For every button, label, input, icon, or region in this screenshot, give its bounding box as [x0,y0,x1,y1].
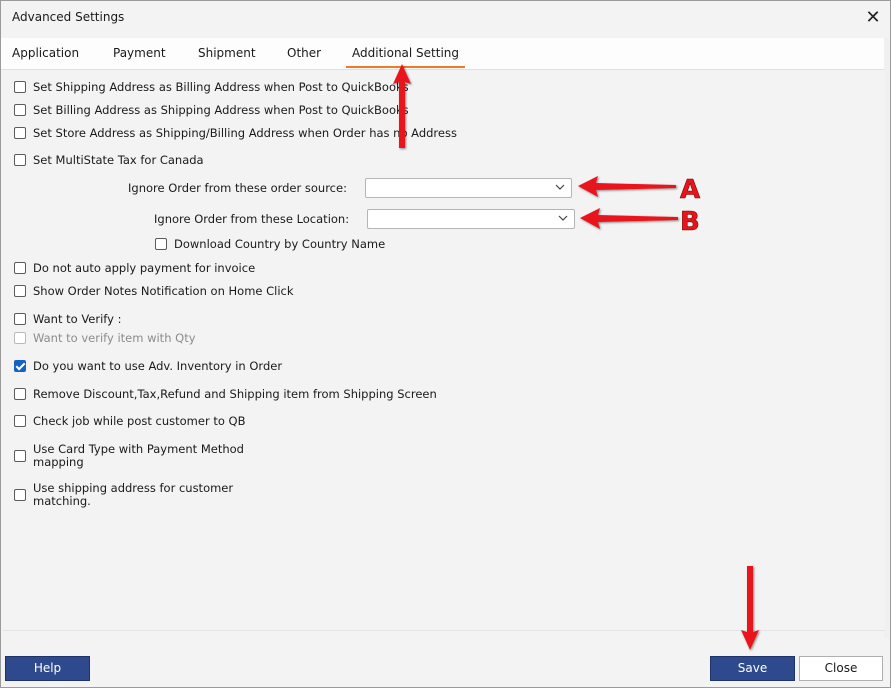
option-label: Check job while post customer to QB [33,414,246,428]
chevron-down-icon [558,215,568,221]
checkbox [14,332,26,344]
option-label: Want to Verify : [33,312,122,326]
option-label: Do not auto apply payment for invoice [33,261,256,275]
option-label: Set MultiState Tax for Canada [33,153,204,167]
option-multistate-tax[interactable]: Set MultiState Tax for Canada [14,150,204,170]
option-no-auto-payment[interactable]: Do not auto apply payment for invoice [14,258,255,278]
close-button[interactable]: Close [799,656,883,681]
tab-bar: Application Payment Shipment Other Addit… [1,38,884,70]
ignore-source-dropdown[interactable] [365,178,572,198]
option-download-country[interactable]: Download Country by Country Name [155,234,385,254]
title-bar: Advanced Settings ✕ [1,1,890,35]
option-label: Set Billing Address as Shipping Address … [33,103,409,117]
option-bill-as-ship[interactable]: Set Billing Address as Shipping Address … [14,100,409,120]
option-label: Want to verify item with Qty [33,331,196,345]
checkbox[interactable] [14,313,26,325]
option-store-address[interactable]: Set Store Address as Shipping/Billing Ad… [14,123,457,143]
option-card-type[interactable]: Use Card Type with Payment Method mappin… [14,441,263,471]
tab-additional-setting[interactable]: Additional Setting [346,38,466,68]
save-button[interactable]: Save [710,656,795,681]
tab-application[interactable]: Application [12,38,79,68]
ignore-source-label: Ignore Order from these order source: [128,181,347,195]
advanced-settings-window: Advanced Settings ✕ Application Payment … [0,0,891,688]
option-order-notes[interactable]: Show Order Notes Notification on Home Cl… [14,281,294,301]
settings-panel: Set Shipping Address as Billing Address … [3,70,885,630]
option-remove-discount[interactable]: Remove Discount,Tax,Refund and Shipping … [14,384,437,404]
option-label: Remove Discount,Tax,Refund and Shipping … [33,387,437,401]
checkbox[interactable] [14,81,26,93]
close-icon[interactable]: ✕ [862,7,884,29]
footer-divider [3,630,885,631]
option-ship-matching[interactable]: Use shipping address for customer matchi… [14,480,263,510]
checkbox[interactable] [14,415,26,427]
option-label: Use Card Type with Payment Method mappin… [33,442,244,469]
checkbox[interactable] [14,154,26,166]
help-button[interactable]: Help [5,656,90,681]
option-adv-inventory[interactable]: Do you want to use Adv. Inventory in Ord… [14,356,282,376]
option-label: Do you want to use Adv. Inventory in Ord… [33,359,283,373]
checkbox[interactable] [14,127,26,139]
ignore-location-label: Ignore Order from these Location: [154,212,350,226]
window-title: Advanced Settings [12,10,125,24]
option-label: Show Order Notes Notification on Home Cl… [33,284,294,298]
option-want-verify[interactable]: Want to Verify : [14,309,122,329]
checkbox-checked[interactable] [14,360,26,372]
option-label: Use shipping address for customer matchi… [33,481,234,508]
option-label: Set Shipping Address as Billing Address … [33,80,409,94]
tab-shipment[interactable]: Shipment [198,38,256,68]
chevron-down-icon [555,184,565,190]
checkbox[interactable] [14,388,26,400]
checkbox[interactable] [14,489,26,501]
tab-other[interactable]: Other [287,38,321,68]
checkbox[interactable] [14,104,26,116]
option-label: Set Store Address as Shipping/Billing Ad… [33,126,457,140]
option-label: Download Country by Country Name [174,237,386,251]
ignore-location-dropdown[interactable] [367,209,575,229]
option-verify-qty: Want to verify item with Qty [14,328,196,348]
tab-payment[interactable]: Payment [113,38,166,68]
option-check-job[interactable]: Check job while post customer to QB [14,411,245,431]
checkbox[interactable] [155,238,167,250]
checkbox[interactable] [14,450,26,462]
checkbox[interactable] [14,262,26,274]
checkbox[interactable] [14,285,26,297]
option-ship-as-bill[interactable]: Set Shipping Address as Billing Address … [14,77,409,97]
